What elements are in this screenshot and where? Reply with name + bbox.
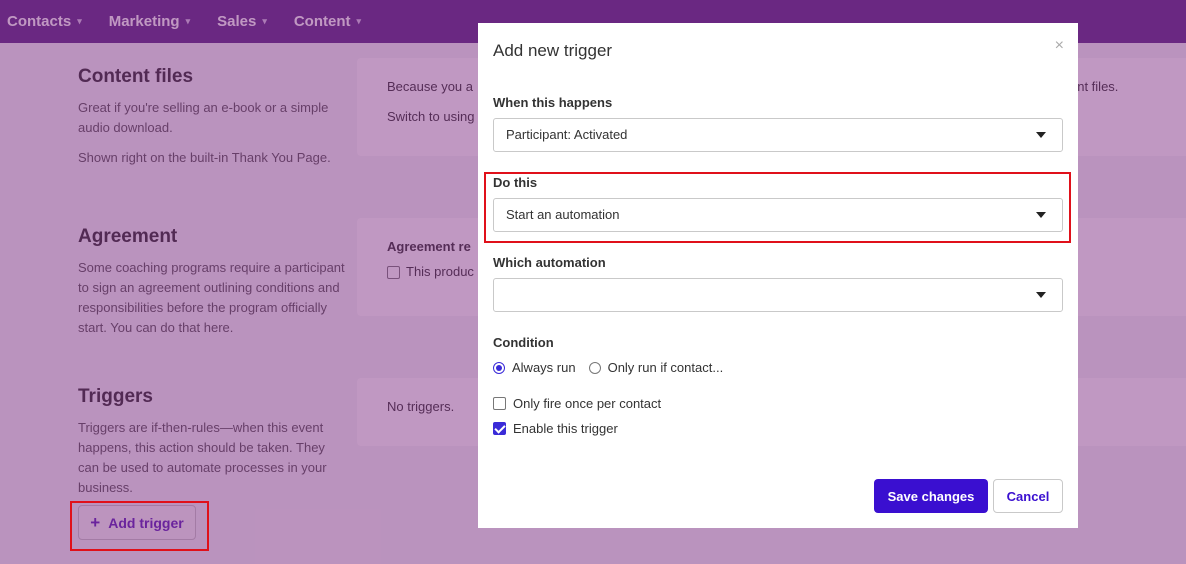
caret-down-icon (1036, 132, 1046, 138)
condition-label: Condition (493, 335, 554, 350)
select-value: Participant: Activated (506, 127, 628, 142)
caret-down-icon (1036, 292, 1046, 298)
only-once-checkbox[interactable] (493, 397, 506, 410)
save-changes-button[interactable]: Save changes (874, 479, 988, 513)
radio-only-run-if[interactable] (588, 361, 601, 374)
dialog-title: Add new trigger (493, 41, 613, 60)
which-select[interactable] (493, 278, 1063, 312)
enable-trigger-checkbox[interactable] (493, 422, 506, 435)
when-select[interactable]: Participant: Activated (493, 118, 1063, 152)
when-label: When this happens (493, 95, 613, 110)
radio-label: Always run (512, 360, 576, 375)
cancel-button[interactable]: Cancel (993, 479, 1063, 513)
close-icon[interactable]: × (1055, 37, 1064, 55)
radio-always-run[interactable] (493, 361, 505, 374)
enable-trigger-row[interactable]: Enable this trigger (493, 421, 618, 436)
only-once-row[interactable]: Only fire once per contact (493, 396, 661, 411)
condition-radio-group: Always run Only run if contact... (493, 360, 723, 375)
highlight-do-this (484, 172, 1071, 243)
checkbox-label: Enable this trigger (513, 421, 618, 436)
which-label: Which automation (493, 255, 606, 270)
checkbox-label: Only fire once per contact (513, 396, 662, 411)
highlight-add-trigger (70, 501, 209, 551)
radio-label: Only run if contact... (607, 360, 724, 375)
add-trigger-dialog: Add new trigger × When this happens Part… (478, 23, 1078, 528)
